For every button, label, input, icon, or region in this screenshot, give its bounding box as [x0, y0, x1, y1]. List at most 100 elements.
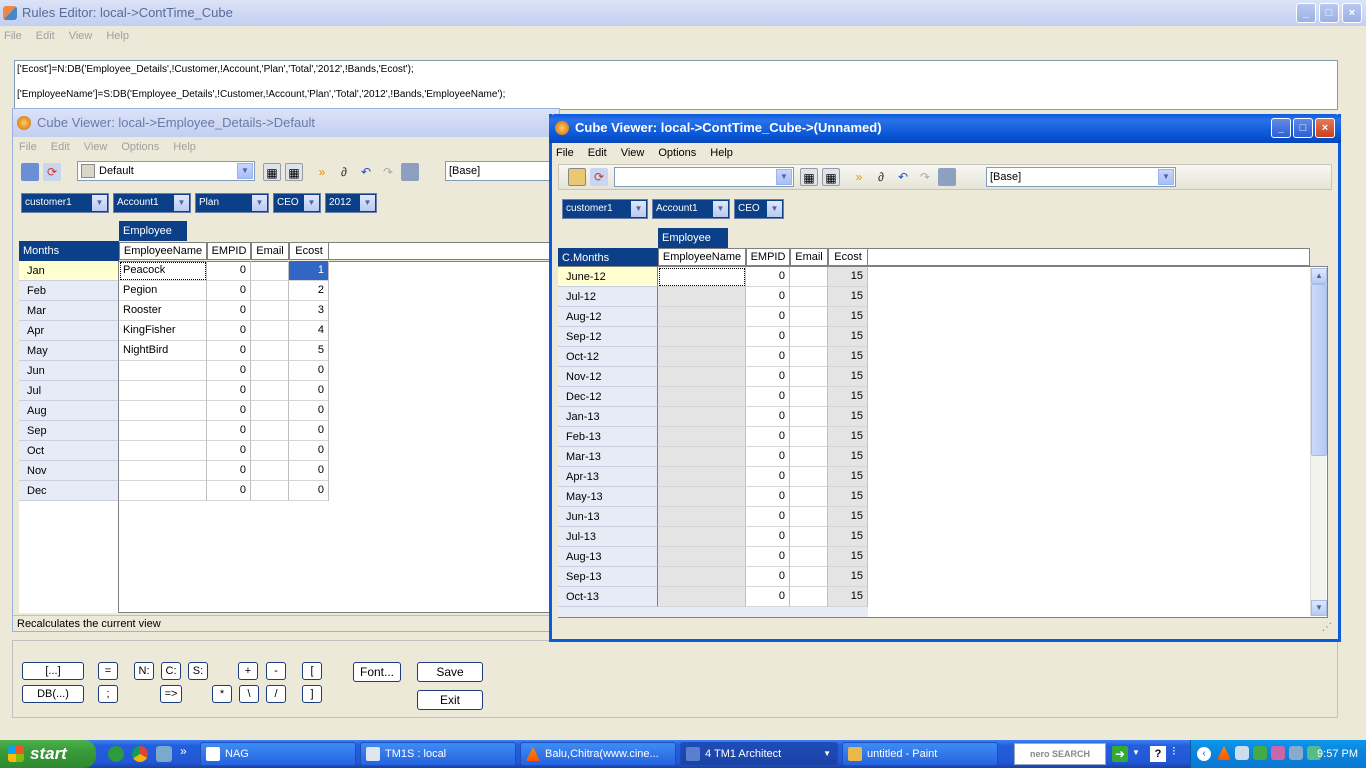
row-header[interactable]: Jan [19, 261, 119, 281]
toolbar-options-icon[interactable]: ⁝ [1172, 744, 1176, 758]
viewer2-dim-customer[interactable]: customer1 ▼ [562, 199, 648, 219]
cell-empid[interactable]: 0 [207, 301, 251, 321]
cell-empid[interactable]: 0 [746, 447, 790, 467]
cell-ecost[interactable]: 15 [828, 287, 868, 307]
cell-ecost[interactable]: 5 [289, 341, 329, 361]
drill-icon[interactable]: ∂ [872, 168, 890, 186]
row-header[interactable]: Dec [19, 481, 119, 501]
cell-employee-name[interactable] [119, 361, 207, 381]
cell-email[interactable] [251, 261, 289, 281]
task-vlc-media[interactable]: Balu,Chitra(www.cine... [520, 742, 676, 766]
cell-email[interactable] [790, 567, 828, 587]
tray-expand-icon[interactable]: ‹ [1197, 747, 1211, 761]
viewer1-subset-combo[interactable]: [Base] [445, 161, 561, 181]
cell-email[interactable] [790, 447, 828, 467]
viewer1-view-combo[interactable]: Default ▼ [77, 161, 255, 181]
cell-email[interactable] [790, 387, 828, 407]
chevron-down-icon[interactable]: ▼ [823, 743, 831, 765]
cell-email[interactable] [251, 281, 289, 301]
viewer2-menu-help[interactable]: Help [710, 147, 733, 159]
cell-email[interactable] [251, 461, 289, 481]
cell-ecost[interactable]: 15 [828, 567, 868, 587]
viewer2-close-button[interactable]: × [1315, 118, 1335, 138]
rule-text-area[interactable]: ['Ecost']=N:DB('Employee_Details',!Custo… [14, 60, 1338, 110]
chevron-down-icon[interactable]: ▼ [92, 195, 107, 211]
cell-email[interactable] [251, 321, 289, 341]
cell-employee-name[interactable] [658, 547, 746, 567]
security-tray-icon[interactable] [1271, 746, 1285, 760]
drill-icon[interactable]: ∂ [335, 163, 353, 181]
cell-email[interactable] [790, 487, 828, 507]
chevron-down-icon[interactable]: ▼ [767, 201, 782, 217]
rules-menu-view[interactable]: View [69, 30, 93, 42]
clock[interactable]: 9:57 PM [1317, 740, 1358, 768]
cell-employee-name[interactable] [658, 267, 746, 287]
row-header[interactable]: Oct-12 [558, 347, 658, 367]
viewer2-menu-file[interactable]: File [556, 147, 574, 159]
cell-email[interactable] [790, 407, 828, 427]
cell-employee-name[interactable] [658, 287, 746, 307]
cell-employee-name[interactable] [119, 461, 207, 481]
cell-ecost[interactable]: 0 [289, 361, 329, 381]
op-s-button[interactable]: S: [188, 662, 208, 680]
chevron-down-icon[interactable]: ▼ [252, 195, 267, 211]
op-n-button[interactable]: N: [134, 662, 154, 680]
cell-email[interactable] [251, 381, 289, 401]
cell-email[interactable] [790, 467, 828, 487]
cell-empid[interactable]: 0 [746, 507, 790, 527]
cell-empid[interactable]: 0 [746, 387, 790, 407]
cell-empid[interactable]: 0 [746, 547, 790, 567]
cell-email[interactable] [790, 327, 828, 347]
chevron-down-icon[interactable]: ▼ [360, 195, 375, 211]
row-header[interactable]: May-13 [558, 487, 658, 507]
row-header[interactable]: Sep-13 [558, 567, 658, 587]
viewer1-dim-account[interactable]: Account1 ▼ [113, 193, 191, 213]
cell-ecost[interactable]: 2 [289, 281, 329, 301]
viewer2-menu-options[interactable]: Options [658, 147, 696, 159]
row-header[interactable]: Mar-13 [558, 447, 658, 467]
scroll-down-arrow-icon[interactable]: ▼ [1311, 600, 1327, 616]
cell-employee-name[interactable] [658, 427, 746, 447]
viewer2-maximize-button[interactable]: □ [1293, 118, 1313, 138]
resize-grip-icon[interactable]: ⋰ [1322, 622, 1336, 636]
cell-ecost[interactable]: 0 [289, 441, 329, 461]
cell-employee-name[interactable] [658, 567, 746, 587]
cell-employee-name[interactable] [119, 421, 207, 441]
cell-empid[interactable]: 0 [207, 261, 251, 281]
cell-employee-name[interactable] [658, 487, 746, 507]
row-header[interactable]: Nov-12 [558, 367, 658, 387]
op-semicolon-button[interactable]: ; [98, 685, 118, 703]
reload-view-icon[interactable]: ⟳ [43, 163, 61, 181]
chevron-down-icon[interactable]: ▼ [1158, 169, 1174, 185]
cell-email[interactable] [251, 481, 289, 501]
cell-employee-name[interactable]: KingFisher [119, 321, 207, 341]
viewer2-vertical-scrollbar[interactable]: ▲ ▼ [1310, 268, 1327, 616]
rules-maximize-button[interactable]: □ [1319, 3, 1339, 23]
row-header[interactable]: Sep [19, 421, 119, 441]
cell-email[interactable] [790, 587, 828, 607]
cell-ecost[interactable]: 15 [828, 447, 868, 467]
quicklaunch-more-icon[interactable]: » [180, 744, 187, 758]
row-header[interactable]: Nov [19, 461, 119, 481]
cell-employee-name[interactable] [658, 527, 746, 547]
cell-email[interactable] [790, 547, 828, 567]
messenger-tray-icon[interactable] [1235, 746, 1249, 760]
cell-ecost[interactable]: 0 [289, 481, 329, 501]
viewer1-dim-customer[interactable]: customer1 ▼ [21, 193, 109, 213]
cell-ecost[interactable]: 3 [289, 301, 329, 321]
viewer1-menu-view[interactable]: View [84, 141, 108, 153]
viewer2-menu-view[interactable]: View [621, 147, 645, 159]
chevron-down-icon[interactable]: ▼ [776, 169, 792, 185]
cell-empid[interactable]: 0 [746, 567, 790, 587]
cell-email[interactable] [251, 421, 289, 441]
cell-ecost[interactable]: 1 [289, 261, 329, 281]
exit-button[interactable]: Exit [417, 690, 483, 710]
row-header[interactable]: Oct [19, 441, 119, 461]
cell-ecost[interactable]: 15 [828, 467, 868, 487]
rules-menu-file[interactable]: File [4, 30, 22, 42]
viewer2-dim-ceo[interactable]: CEO ▼ [734, 199, 784, 219]
cell-email[interactable] [251, 441, 289, 461]
rules-menu-edit[interactable]: Edit [36, 30, 55, 42]
start-button[interactable]: start [0, 740, 96, 768]
viewer2-row-dimension[interactable]: C.Months [558, 248, 658, 268]
